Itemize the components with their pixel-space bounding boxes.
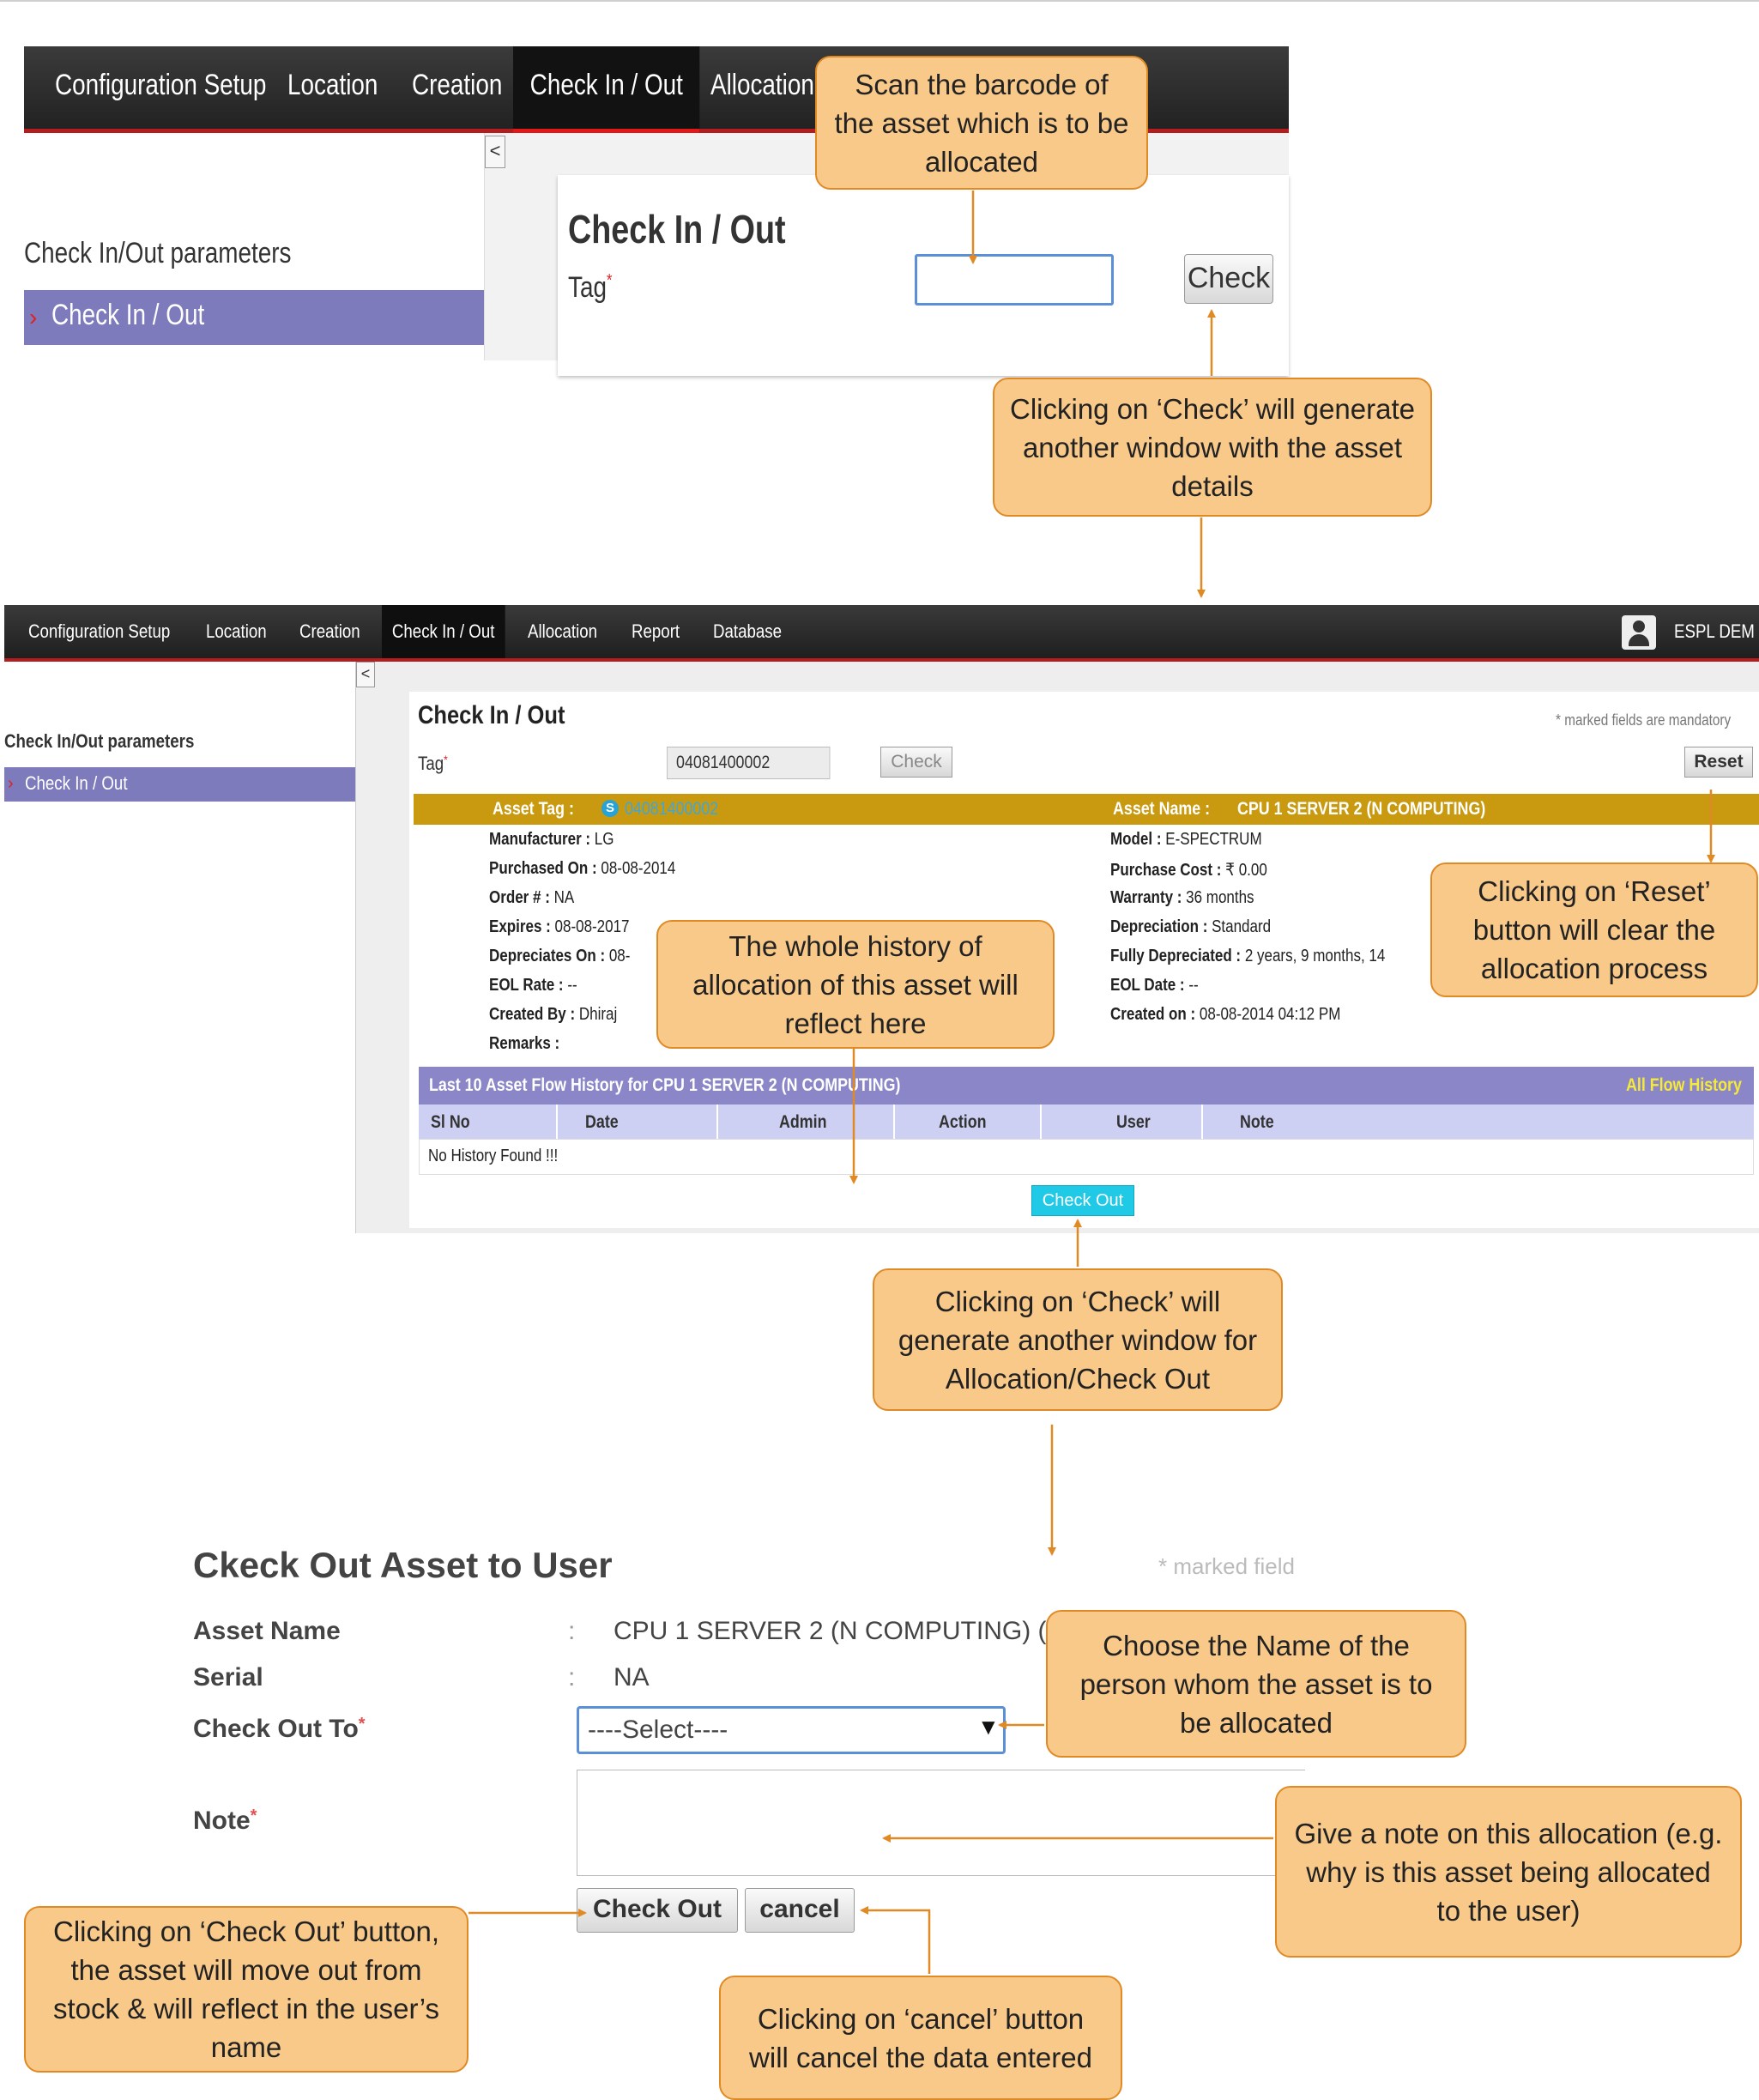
callout-check-out: Clicking on ‘Check Out’ button, the asse… xyxy=(24,1906,468,2073)
callout-note: Give a note on this allocation (e.g. why… xyxy=(1275,1786,1742,1958)
callout-arrows xyxy=(468,191,1715,1974)
callout-cancel: Clicking on ‘cancel’ button will cancel … xyxy=(719,1976,1122,2100)
callout-scan-barcode: Scan the barcode of the asset which is t… xyxy=(815,56,1148,190)
callout-check-generates-allocation: Clicking on ‘Check’ will generate anothe… xyxy=(873,1268,1283,1411)
callout-history: The whole history of allocation of this … xyxy=(656,920,1055,1049)
callout-check-generates-details: Clicking on ‘Check’ will generate anothe… xyxy=(993,378,1432,517)
callout-reset: Clicking on ‘Reset’ button will clear th… xyxy=(1430,862,1758,997)
callout-choose-person: Choose the Name of the person whom the a… xyxy=(1046,1610,1466,1758)
